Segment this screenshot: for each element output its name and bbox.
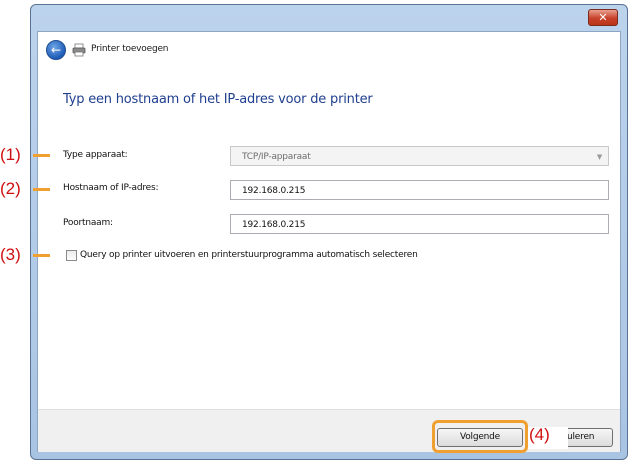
marker-4: (4) [529, 425, 550, 444]
page-heading: Typ een hostnaam of het IP-adres voor de… [63, 92, 373, 107]
marker-3-bar [33, 254, 50, 257]
marker-2: (2) [0, 179, 21, 198]
dialog-title: Printer toevoegen [91, 44, 169, 54]
hostname-value: 192.168.0.215 [242, 186, 306, 196]
device-type-select: TCP/IP-apparaat ▼ [230, 146, 609, 166]
marker-2-bar [33, 188, 50, 191]
marker-1: (1) [0, 145, 21, 164]
port-name-value: 192.168.0.215 [242, 220, 306, 230]
device-type-value: TCP/IP-apparaat [242, 152, 311, 162]
marker-1-bar [33, 154, 50, 157]
hostname-label: Hostnaam of IP-adres: [63, 183, 159, 193]
device-type-label: Type apparaat: [63, 150, 128, 160]
hostname-input[interactable]: 192.168.0.215 [230, 180, 609, 200]
query-printer-checkbox[interactable] [66, 250, 77, 261]
close-icon: ✕ [598, 11, 608, 24]
back-arrow-icon: ← [50, 43, 62, 57]
next-button-highlight [432, 420, 528, 453]
printer-icon [72, 42, 86, 57]
port-name-label: Poortnaam: [63, 218, 113, 228]
close-button[interactable]: ✕ [588, 9, 618, 26]
marker-3: (3) [0, 245, 21, 264]
query-printer-label[interactable]: Query op printer uitvoeren en printerstu… [80, 250, 418, 260]
chevron-down-icon: ▼ [596, 153, 602, 161]
port-name-input[interactable]: 192.168.0.215 [230, 214, 609, 234]
back-button[interactable]: ← [46, 40, 66, 60]
